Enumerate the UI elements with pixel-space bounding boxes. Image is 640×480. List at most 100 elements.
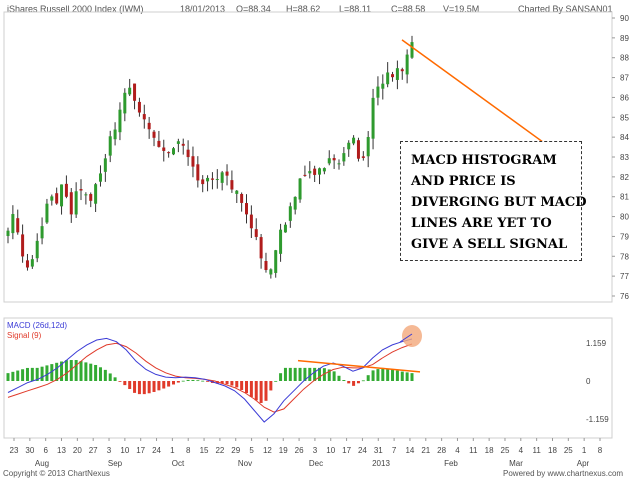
candle-body — [308, 171, 312, 174]
x-tick-label: 28 — [437, 446, 446, 455]
candle-body — [55, 193, 59, 204]
candle-body — [35, 240, 39, 259]
macd-histogram-bar — [342, 380, 346, 381]
macd-histogram-bar — [11, 371, 15, 381]
candle-body — [347, 142, 351, 150]
price-y-tick-label: 79 — [620, 232, 629, 241]
histogram-trendline — [297, 359, 421, 373]
candle-body — [21, 234, 25, 257]
candle-body — [147, 122, 151, 130]
candle-body — [45, 203, 49, 223]
price-y-tick-label: 83 — [620, 153, 629, 162]
candle-body — [167, 152, 171, 154]
macd-histogram-bar — [94, 364, 98, 381]
x-tick-label: 5 — [249, 446, 254, 455]
candle-body — [313, 168, 317, 175]
x-tick-label: 8 — [186, 446, 191, 455]
macd-histogram-bar — [45, 365, 49, 381]
candle-body — [220, 172, 224, 183]
price-y-tick-label: 84 — [620, 133, 629, 142]
price-y-tick-label: 85 — [620, 113, 629, 122]
annotation-line: DIVERGING BUT MACD — [411, 195, 587, 210]
macd-histogram-bar — [118, 381, 122, 382]
macd-histogram-bar — [162, 381, 166, 389]
x-tick-label: 19 — [279, 446, 288, 455]
macd-histogram-bar — [103, 369, 107, 381]
macd-histogram-bar — [332, 371, 336, 381]
x-tick-label: 30 — [25, 446, 34, 455]
candle-body — [249, 214, 253, 229]
x-tick-label: 10 — [326, 446, 335, 455]
candle-body — [89, 194, 93, 201]
candle-body — [318, 168, 322, 175]
annotation-box: MACD HISTOGRAM AND PRICE IS DIVERGING BU… — [400, 141, 587, 261]
x-tick-label: 23 — [10, 446, 19, 455]
x-tick-label: 21 — [421, 446, 430, 455]
candle-body — [298, 178, 302, 200]
x-tick-label: 29 — [231, 446, 240, 455]
x-tick-label: 18 — [485, 446, 494, 455]
macd-histogram-bar — [30, 367, 34, 381]
macd-histogram-bar — [376, 369, 380, 381]
candle-body — [128, 87, 132, 95]
candle-body — [327, 158, 331, 164]
macd-histogram-bar — [74, 360, 78, 381]
macd-histogram-bar — [133, 381, 137, 393]
macd-histogram-bar — [293, 367, 297, 381]
macd-y-tick-label: -1.159 — [586, 415, 609, 424]
macd-histogram-bar — [386, 368, 390, 381]
price-y-tick-label: 82 — [620, 173, 629, 182]
candle-body — [264, 260, 268, 271]
month-label: Dec — [309, 459, 323, 468]
candle-body — [283, 224, 287, 233]
month-label: Apr — [577, 459, 590, 468]
annotation-line: GIVE A SELL SIGNAL — [411, 237, 568, 252]
x-tick-label: 3 — [313, 446, 318, 455]
macd-histogram-bar — [352, 381, 356, 386]
price-y-tick-label: 77 — [620, 272, 629, 281]
candle-body — [395, 68, 399, 80]
candle-body — [274, 250, 278, 273]
candle-body — [133, 83, 137, 101]
candle-body — [293, 196, 297, 210]
candle-body — [11, 214, 15, 234]
macd-histogram-bar — [181, 380, 185, 382]
macd-histogram-bar — [235, 381, 239, 388]
x-tick-label: 10 — [120, 446, 129, 455]
candle-body — [376, 86, 380, 98]
x-tick-label: 13 — [57, 446, 66, 455]
x-tick-label: 1 — [582, 446, 587, 455]
price-y-tick-label: 88 — [620, 54, 629, 63]
x-tick-label: 22 — [215, 446, 224, 455]
x-tick-label: 24 — [152, 446, 161, 455]
x-tick-label: 18 — [548, 446, 557, 455]
candle-body — [162, 147, 166, 151]
macd-histogram-bar — [298, 367, 302, 381]
x-tick-label: 27 — [89, 446, 98, 455]
candle-body — [64, 183, 68, 197]
candle-body — [303, 174, 307, 176]
macd-histogram-bar — [381, 367, 385, 381]
candle-body — [210, 178, 214, 180]
month-label: Aug — [35, 459, 49, 468]
macd-histogram-bar — [366, 375, 370, 381]
macd-histogram-bar — [240, 381, 244, 390]
macd-histogram-bar — [283, 367, 287, 381]
candle-body — [269, 269, 273, 275]
macd-histogram-bar — [288, 367, 292, 381]
macd-histogram-bar — [113, 377, 117, 381]
candle-body — [50, 196, 54, 201]
x-tick-label: 25 — [501, 446, 510, 455]
candle-body — [322, 168, 326, 172]
macd-histogram-bar — [79, 361, 83, 381]
price-y-tick-label: 86 — [620, 93, 629, 102]
macd-histogram-bar — [274, 380, 278, 382]
candle-body — [254, 229, 258, 237]
signal-line — [7, 342, 413, 413]
x-tick-label: 25 — [564, 446, 573, 455]
macd-histogram-bar — [230, 381, 234, 386]
macd-histogram-bar — [337, 375, 341, 381]
candle-body — [405, 54, 409, 75]
macd-histogram-bar — [171, 381, 175, 385]
macd-histogram-bar — [64, 360, 68, 381]
